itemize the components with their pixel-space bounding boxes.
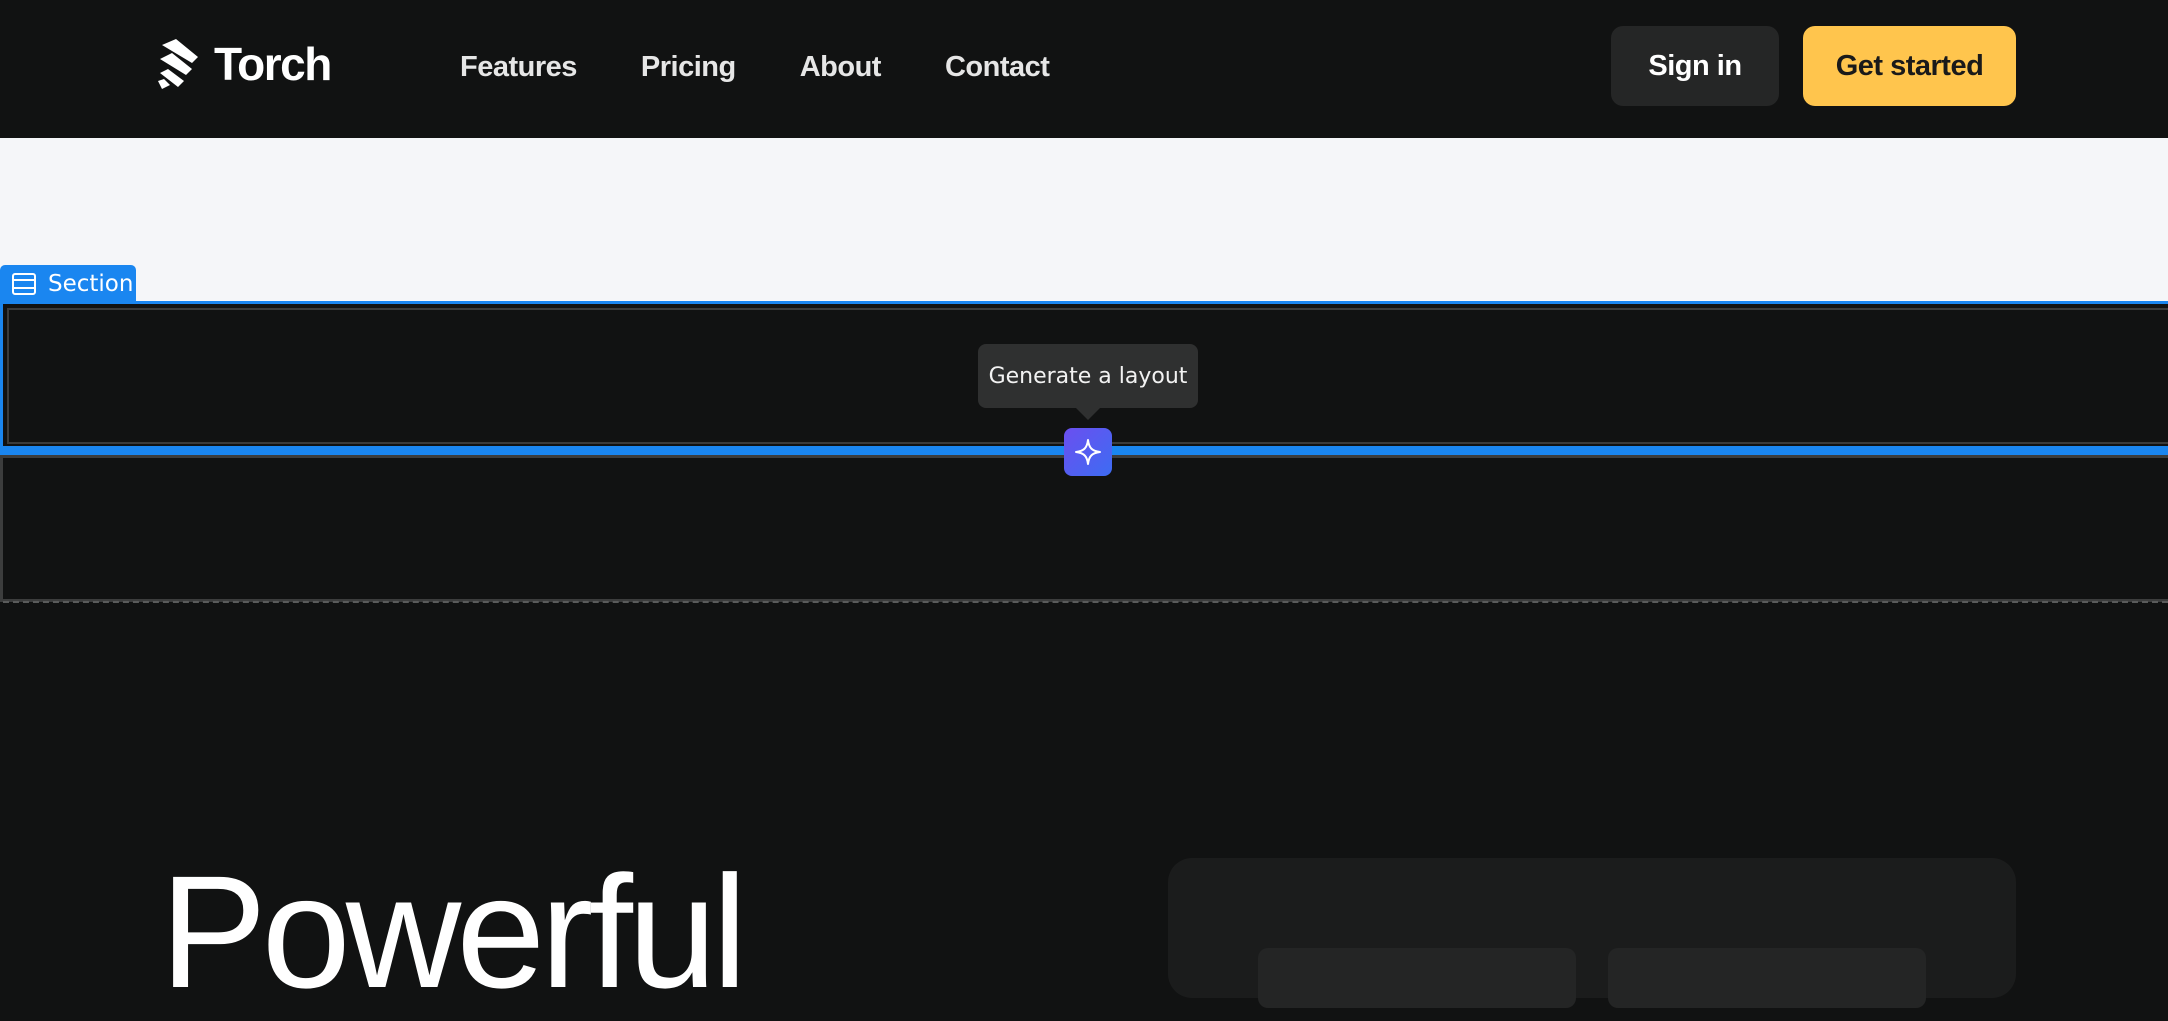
light-spacer-section [0, 138, 2168, 301]
generate-layout-button[interactable] [1064, 428, 1112, 476]
torch-logo-icon [158, 39, 198, 89]
brand-name: Torch [214, 38, 332, 90]
nav-link-contact[interactable]: Contact [945, 51, 1050, 84]
tooltip-arrow [1075, 407, 1101, 420]
get-started-button[interactable]: Get started [1803, 26, 2016, 106]
nav-link-features[interactable]: Features [460, 51, 577, 84]
generate-layout-tooltip: Generate a layout [978, 344, 1198, 408]
nav-link-pricing[interactable]: Pricing [641, 51, 736, 84]
sparkle-icon [1075, 439, 1101, 465]
hero-preview-tile [1608, 948, 1926, 1008]
section-layout-icon [12, 272, 36, 295]
sign-in-button[interactable]: Sign in [1611, 26, 1779, 106]
main-nav: Features Pricing About Contact [460, 46, 1050, 88]
hero-preview-tile [1258, 948, 1576, 1008]
hero-title: Powerful [160, 842, 747, 1021]
nav-link-about[interactable]: About [800, 51, 882, 84]
section-selection-tag[interactable]: Section [0, 265, 136, 302]
section-tag-label: Section [48, 270, 134, 297]
hero-preview-card [1168, 858, 2016, 1008]
brand-logo-link[interactable]: Torch [158, 36, 332, 92]
section-dashed-divider [3, 601, 2168, 603]
top-navbar: Torch Features Pricing About Contact Sig… [0, 0, 2168, 138]
empty-section[interactable] [0, 455, 2168, 603]
